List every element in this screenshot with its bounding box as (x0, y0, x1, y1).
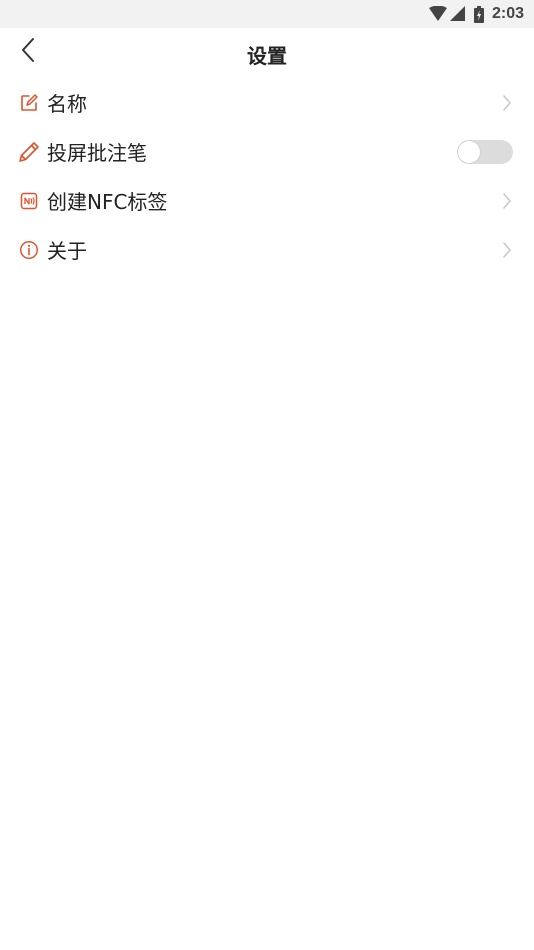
edit-icon (18, 92, 40, 114)
setting-row-name[interactable]: 名称 (0, 78, 534, 127)
setting-row-create-nfc-tag[interactable]: 创建NFC标签 (0, 176, 534, 225)
chevron-right-icon (500, 191, 514, 211)
battery-icon (473, 5, 484, 23)
setting-label-annotation-pen: 投屏批注笔 (47, 141, 147, 165)
setting-row-about[interactable]: 关于 (0, 225, 534, 274)
cell-signal-icon (449, 6, 466, 22)
info-icon (18, 239, 40, 261)
nfc-icon (18, 190, 40, 212)
setting-label-name: 名称 (47, 92, 87, 116)
chevron-right-icon (500, 240, 514, 260)
wifi-icon (428, 6, 447, 22)
setting-label-about: 关于 (47, 239, 87, 263)
setting-label-create-nfc-tag: 创建NFC标签 (47, 190, 168, 214)
status-time: 2:03 (491, 5, 524, 22)
toggle-knob (458, 140, 480, 163)
app-header: 设置 (0, 28, 534, 78)
status-bar: 2:03 (0, 0, 534, 28)
setting-row-annotation-pen: 投屏批注笔 (0, 127, 534, 176)
annotation-pen-toggle[interactable] (457, 139, 513, 164)
chevron-right-icon (500, 93, 514, 113)
settings-list: 名称 投屏批注笔 创建NFC标签 关于 (0, 78, 534, 274)
pencil-icon (18, 141, 40, 163)
status-icons: 2:03 (428, 4, 524, 24)
page-title: 设置 (247, 44, 287, 68)
